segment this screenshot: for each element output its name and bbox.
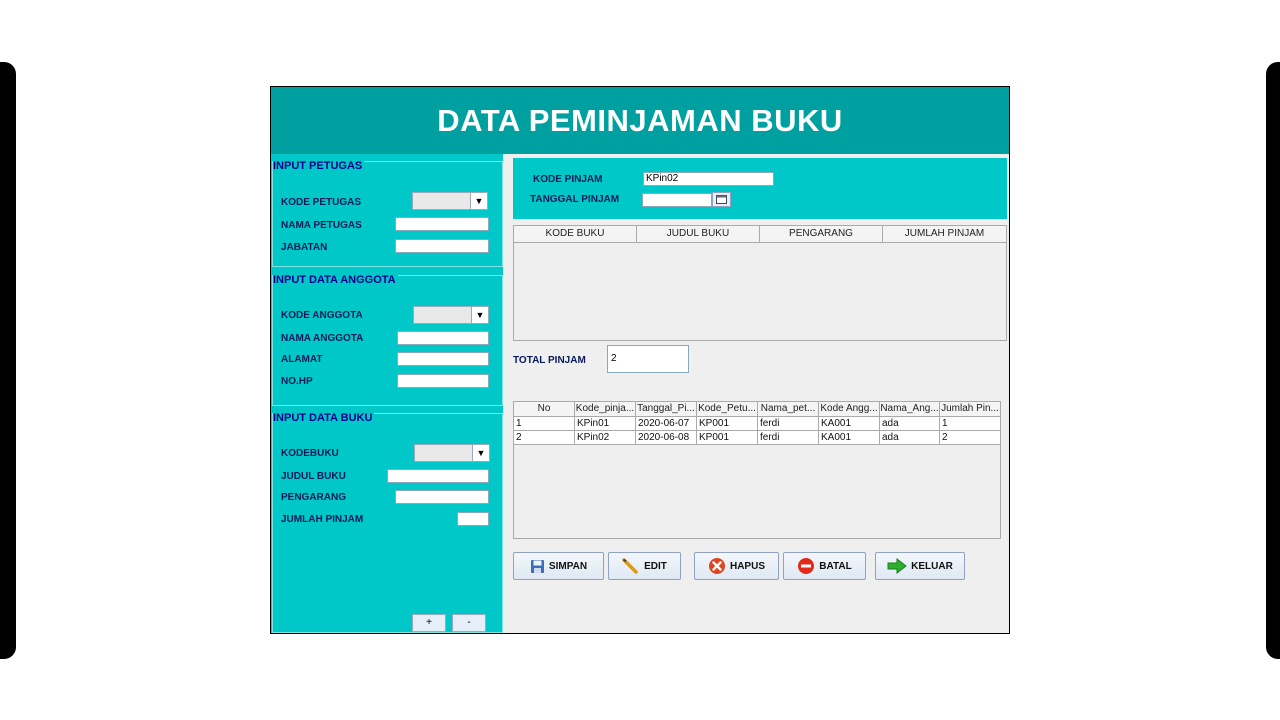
edit-button[interactable]: EDIT (608, 552, 681, 580)
left-screen-edge (0, 62, 16, 659)
judul-buku-field[interactable] (387, 469, 489, 483)
column-header[interactable]: Kode_Petu... (697, 402, 758, 416)
tanggal-pinjam-label: TANGGAL PINJAM (530, 194, 620, 205)
nama-petugas-field[interactable] (395, 217, 489, 231)
keluar-label: KELUAR (911, 560, 953, 572)
simpan-label: SIMPAN (548, 560, 588, 572)
petugas-group-title: INPUT PETUGAS (273, 160, 365, 172)
total-pinjam-label: TOTAL PINJAM (513, 355, 586, 366)
table-cell: ada (880, 417, 940, 430)
tanggal-pinjam-field[interactable] (642, 193, 712, 207)
table-cell: 2020-06-08 (636, 431, 697, 444)
table-cell: KP001 (697, 431, 758, 444)
kode-pinjam-field[interactable]: KPin02 (643, 172, 774, 186)
page-title: DATA PEMINJAMAN BUKU (437, 102, 843, 138)
chevron-down-icon[interactable]: ▼ (470, 193, 487, 209)
petugas-group: INPUT PETUGAS KODE PETUGAS ▼ NAMA PETUGA… (272, 160, 503, 267)
kode-anggota-combo[interactable]: ▼ (413, 306, 489, 324)
judul-buku-label: JUDUL BUKU (281, 471, 346, 482)
column-header[interactable]: JUDUL BUKU (637, 226, 760, 242)
column-header[interactable]: Jumlah Pin... (940, 402, 1000, 416)
table-cell: 1 (942, 418, 948, 429)
pencil-icon (622, 558, 638, 574)
alamat-label: ALAMAT (281, 354, 323, 365)
table-cell: KA001 (819, 417, 880, 430)
batal-button[interactable]: BATAL (783, 552, 866, 580)
table-cell: 2020-06-07 (636, 417, 697, 430)
table-cell: ada (880, 431, 940, 444)
edit-label: EDIT (644, 560, 667, 572)
table-cell: KP001 (697, 417, 758, 430)
history-table-header: No Kode_pinja... Tanggal_Pi... Kode_Petu… (514, 402, 1000, 417)
hapus-label: HAPUS (729, 560, 765, 572)
column-header[interactable]: PENGARANG (760, 226, 883, 242)
jumlah-pinjam-label: JUMLAH PINJAM (281, 514, 364, 525)
column-header[interactable]: Tanggal_Pi... (636, 402, 697, 416)
add-book-button[interactable]: + (412, 614, 446, 632)
anggota-group-title: INPUT DATA ANGGOTA (273, 274, 398, 286)
calendar-icon[interactable] (712, 192, 731, 207)
total-pinjam-field[interactable]: 2 (607, 345, 689, 373)
column-header[interactable]: Kode Angg... (819, 402, 880, 416)
table-cell: KPin01 (575, 417, 636, 430)
column-header[interactable]: Kode_pinja... (575, 402, 636, 416)
table-cell: 2 (514, 431, 575, 444)
detail-table-header: KODE BUKU JUDUL BUKU PENGARANG JUMLAH PI… (514, 226, 1006, 243)
hapus-button[interactable]: HAPUS (694, 552, 779, 580)
table-cell: KA001 (819, 431, 880, 444)
table-cell: ferdi (758, 417, 819, 430)
table-cell: 1 (514, 417, 575, 430)
table-row[interactable]: 1 KPin01 2020-06-07 KP001 ferdi KA001 ad… (514, 417, 1000, 431)
nama-anggota-field[interactable] (397, 331, 489, 345)
no-hp-field[interactable] (397, 374, 489, 388)
kode-pinjam-label: KODE PINJAM (533, 174, 603, 185)
chevron-down-icon[interactable]: ▼ (472, 445, 489, 461)
column-header[interactable]: Nama_pet... (758, 402, 819, 416)
alamat-field[interactable] (397, 352, 489, 366)
table-cell: 2 (942, 432, 948, 443)
kode-petugas-label: KODE PETUGAS (281, 197, 362, 208)
jabatan-label: JABATAN (281, 242, 328, 253)
detail-pinjam-table[interactable]: KODE BUKU JUDUL BUKU PENGARANG JUMLAH PI… (513, 225, 1007, 341)
pinjam-header-panel: KODE PINJAM KPin02 TANGGAL PINJAM (513, 158, 1007, 219)
cancel-minus-icon (798, 558, 815, 574)
column-header[interactable]: JUMLAH PINJAM (883, 226, 1006, 242)
buku-group-title: INPUT DATA BUKU (273, 412, 375, 424)
table-row[interactable]: 2 KPin02 2020-06-08 KP001 ferdi KA001 ad… (514, 431, 1000, 445)
pengarang-label: PENGARANG (281, 492, 347, 503)
no-hp-label: NO.HP (281, 376, 313, 387)
history-table[interactable]: No Kode_pinja... Tanggal_Pi... Kode_Petu… (513, 401, 1001, 539)
floppy-disk-icon (530, 559, 544, 573)
table-cell: ferdi (758, 431, 819, 444)
kode-anggota-label: KODE ANGGOTA (281, 310, 363, 321)
table-cell: KPin02 (575, 431, 636, 444)
pengarang-field[interactable] (395, 490, 489, 504)
column-header[interactable]: Nama_Ang... (880, 402, 940, 416)
batal-label: BATAL (819, 560, 852, 572)
anggota-group: INPUT DATA ANGGOTA KODE ANGGOTA ▼ NAMA A… (272, 274, 503, 406)
jabatan-field[interactable] (395, 239, 489, 253)
left-input-panel: INPUT PETUGAS KODE PETUGAS ▼ NAMA PETUGA… (271, 154, 503, 633)
remove-book-button[interactable]: - (452, 614, 486, 632)
exit-arrow-icon (887, 558, 907, 574)
title-banner: DATA PEMINJAMAN BUKU (271, 87, 1009, 154)
chevron-down-icon[interactable]: ▼ (471, 307, 488, 323)
jumlah-pinjam-field[interactable] (457, 512, 489, 526)
delete-x-icon (708, 558, 725, 574)
keluar-button[interactable]: KELUAR (875, 552, 965, 580)
column-header[interactable]: No (514, 402, 575, 416)
buku-group: INPUT DATA BUKU KODEBUKU ▼ JUDUL BUKU PE… (272, 412, 503, 633)
column-header[interactable]: KODE BUKU (514, 226, 637, 242)
kode-buku-combo[interactable]: ▼ (414, 444, 490, 462)
nama-petugas-label: NAMA PETUGAS (281, 220, 362, 231)
nama-anggota-label: NAMA ANGGOTA (281, 333, 364, 344)
kode-petugas-combo[interactable]: ▼ (412, 192, 488, 210)
app-window: DATA PEMINJAMAN BUKU INPUT PETUGAS KODE … (270, 86, 1010, 634)
kode-buku-label: KODEBUKU (281, 448, 339, 459)
right-screen-edge (1266, 62, 1280, 659)
simpan-button[interactable]: SIMPAN (513, 552, 604, 580)
